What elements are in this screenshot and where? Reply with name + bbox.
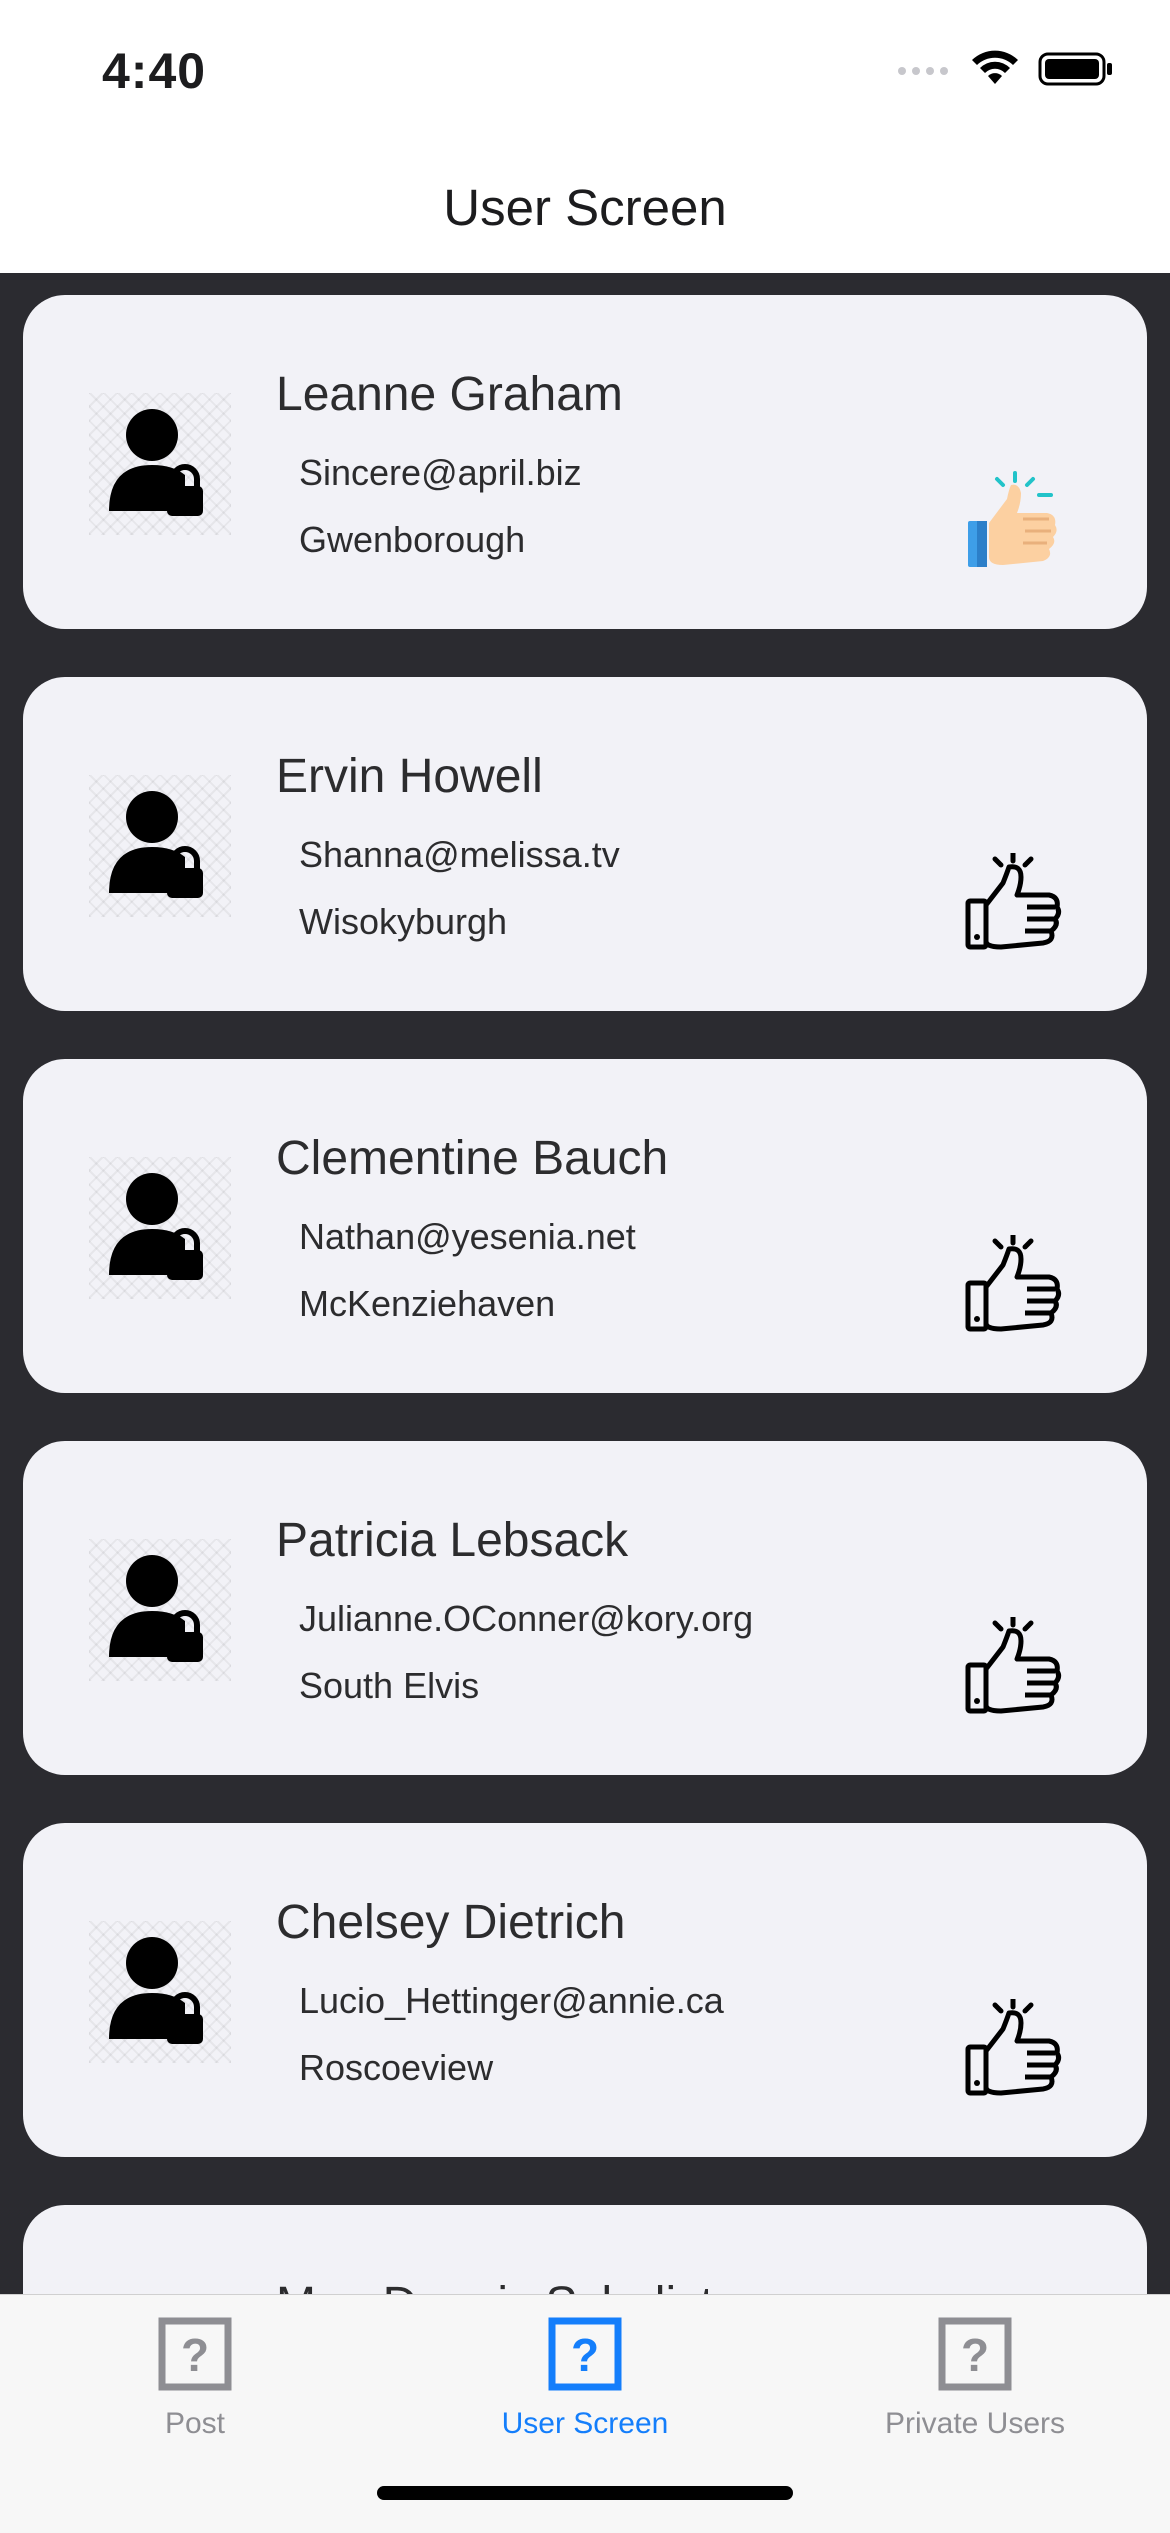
svg-text:?: ? [181, 2329, 209, 2381]
question-mark-icon: ? [938, 2317, 1012, 2391]
question-mark-icon: ? [158, 2317, 232, 2391]
thumbs-up-outline-icon[interactable] [963, 1999, 1063, 2099]
private-user-avatar-icon [89, 393, 231, 535]
tab-label: Private Users [884, 2407, 1066, 2440]
user-card[interactable]: Ervin Howell Shanna@melissa.tv Wisokybur… [23, 677, 1147, 1011]
user-card[interactable]: Patricia Lebsack Julianne.OConner@kory.o… [23, 1441, 1147, 1775]
battery-icon [1038, 52, 1112, 86]
tab-user-screen[interactable]: ? User Screen [390, 2317, 780, 2467]
thumbs-up-outline-icon[interactable] [963, 1617, 1063, 1717]
status-icons [896, 50, 1114, 88]
wifi-icon [972, 50, 1018, 84]
cellular-signal-icon [898, 67, 948, 75]
thumbs-up-outline-icon[interactable] [963, 1235, 1063, 1335]
navigation-header: User Screen [0, 140, 1170, 274]
user-name: Leanne Graham [276, 368, 623, 421]
status-bar: 4:40 [0, 0, 1170, 140]
user-name: Chelsey Dietrich [276, 1896, 626, 1949]
question-mark-icon: ? [548, 2317, 622, 2391]
thumbs-up-liked-icon[interactable] [963, 471, 1063, 571]
home-indicator[interactable] [377, 2486, 793, 2500]
user-email: Julianne.OConner@kory.org [299, 1598, 754, 1639]
private-user-avatar-icon [89, 1921, 231, 2063]
svg-text:?: ? [961, 2329, 989, 2381]
user-name: Mrs. Dennis Schulist [276, 2277, 713, 2294]
tab-post[interactable]: ? Post [0, 2317, 390, 2467]
tab-label: Post [164, 2407, 226, 2440]
user-name: Patricia Lebsack [276, 1514, 629, 1567]
user-email: Shanna@melissa.tv [299, 834, 620, 875]
user-city: Wisokyburgh [299, 901, 508, 942]
user-city: Roscoeview [299, 2047, 494, 2088]
user-card[interactable]: Mrs. Dennis Schulist [23, 2205, 1147, 2294]
user-email: Nathan@yesenia.net [299, 1216, 636, 1257]
user-city: Gwenborough [299, 519, 526, 560]
user-city: McKenziehaven [299, 1283, 556, 1324]
private-user-avatar-icon [89, 775, 231, 917]
user-name: Clementine Bauch [276, 1132, 669, 1185]
svg-text:?: ? [571, 2329, 599, 2381]
user-card[interactable]: Chelsey Dietrich Lucio_Hettinger@annie.c… [23, 1823, 1147, 2157]
user-card[interactable]: Leanne Graham Sincere@april.biz Gwenboro… [23, 295, 1147, 629]
private-user-avatar-icon [89, 1539, 231, 1681]
tab-label: User Screen [501, 2407, 669, 2440]
page-title: User Screen [443, 179, 727, 236]
thumbs-up-outline-icon[interactable] [963, 853, 1063, 953]
user-email: Lucio_Hettinger@annie.ca [299, 1980, 724, 2021]
user-list[interactable]: Leanne Graham Sincere@april.biz Gwenboro… [0, 273, 1170, 2294]
user-name: Ervin Howell [276, 750, 543, 803]
private-user-avatar-icon [89, 1157, 231, 1299]
user-city: South Elvis [299, 1665, 480, 1706]
user-email: Sincere@april.biz [299, 452, 582, 493]
tab-private-users[interactable]: ? Private Users [780, 2317, 1170, 2467]
status-time: 4:40 [102, 43, 207, 99]
user-card[interactable]: Clementine Bauch Nathan@yesenia.net McKe… [23, 1059, 1147, 1393]
